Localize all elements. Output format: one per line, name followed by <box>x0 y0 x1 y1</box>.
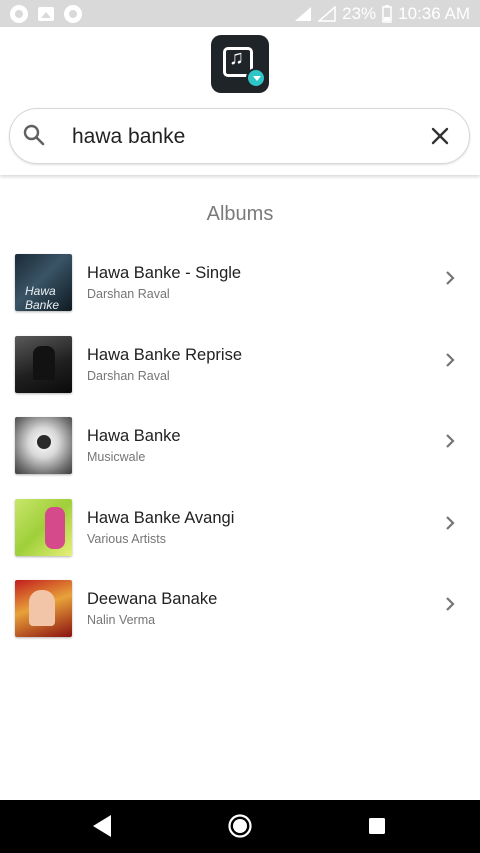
close-icon[interactable] <box>428 124 452 148</box>
album-row[interactable]: Hawa Banke Reprise Darshan Raval <box>0 327 480 409</box>
album-artist: Nalin Verma <box>87 613 156 627</box>
sync-notification-icon <box>64 4 82 23</box>
app-logo-icon: ♫ <box>211 35 269 93</box>
album-row[interactable]: Hawa Banke Musicwale <box>0 408 480 490</box>
battery-icon <box>382 4 392 23</box>
system-status: 23% 10:36 AM <box>294 4 480 24</box>
search-input[interactable] <box>70 119 414 155</box>
search-bar[interactable] <box>9 108 470 164</box>
app-notification-icon <box>10 4 28 23</box>
image-notification-icon <box>38 6 54 21</box>
album-cover <box>15 580 72 637</box>
album-artist: Darshan Raval <box>87 368 170 383</box>
section-title: Albums <box>206 203 274 225</box>
chevron-right-icon <box>442 596 458 612</box>
album-title: Deewana Banake <box>87 590 218 608</box>
clock: 10:36 AM <box>398 3 470 23</box>
album-title: Hawa Banke <box>87 427 181 445</box>
header: ♫ <box>0 27 480 175</box>
search-icon[interactable] <box>22 123 46 147</box>
navigation-bar <box>0 800 480 853</box>
album-title: Hawa Banke Reprise <box>87 345 242 364</box>
album-row[interactable]: Hawa Banke Avangi Various Artists <box>0 490 480 572</box>
notification-icons <box>0 4 82 23</box>
music-note-icon: ♫ <box>229 47 244 69</box>
signal-2-icon <box>318 5 336 22</box>
battery-percent: 23% <box>342 3 377 23</box>
status-bar: 23% 10:36 AM <box>0 0 480 27</box>
chevron-right-icon <box>442 515 458 531</box>
chevron-right-icon <box>442 433 458 449</box>
signal-icon <box>294 6 312 22</box>
chevron-right-icon <box>442 270 458 286</box>
album-title: Hawa Banke - Single <box>87 264 242 282</box>
chevron-right-icon <box>442 352 458 368</box>
album-cover <box>15 335 72 393</box>
album-cover <box>15 417 72 474</box>
album-list: Hawa Banke Hawa Banke - Single Darshan R… <box>0 245 480 653</box>
album-artist: Various Artists <box>87 531 166 546</box>
album-title: Hawa Banke Avangi <box>87 508 235 527</box>
download-badge-icon <box>246 68 266 88</box>
album-artist: Musicwale <box>87 450 146 464</box>
recents-icon[interactable] <box>369 818 385 834</box>
back-icon[interactable] <box>91 814 113 838</box>
home-icon[interactable] <box>228 814 252 838</box>
album-artist: Darshan Raval <box>87 287 170 301</box>
album-row[interactable]: Hawa Banke Hawa Banke - Single Darshan R… <box>0 245 480 327</box>
album-cover: Hawa Banke <box>15 254 72 311</box>
album-cover <box>15 498 72 556</box>
album-row[interactable]: Deewana Banake Nalin Verma <box>0 571 480 653</box>
